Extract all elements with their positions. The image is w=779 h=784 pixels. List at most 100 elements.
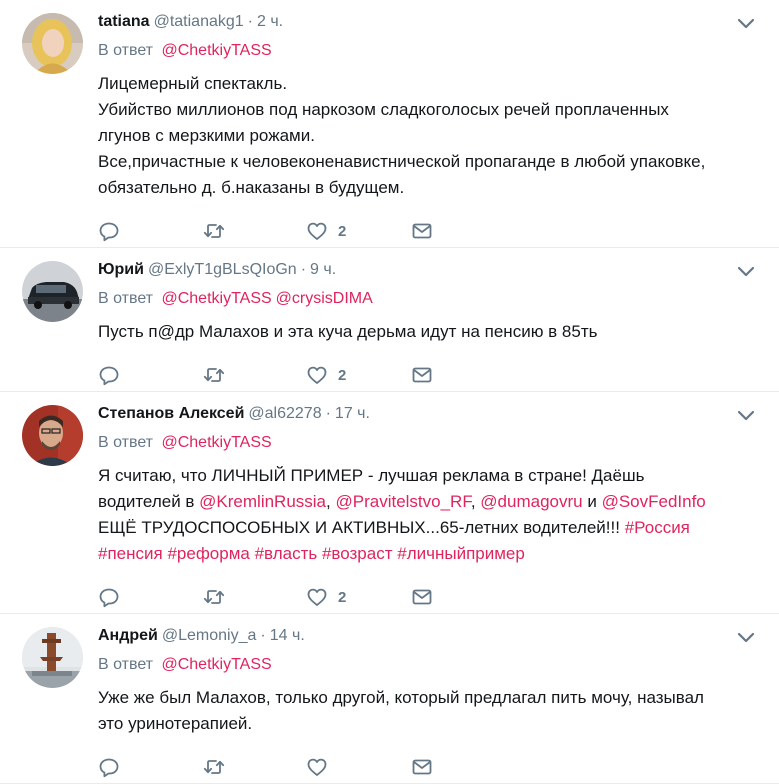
like-button[interactable]: 2	[306, 364, 411, 386]
tweet-actions: 2	[98, 215, 763, 247]
envelope-icon	[412, 367, 432, 383]
tweet-header: Степанов Алексей @al62278 · 17 ч.	[98, 402, 763, 426]
reply-mention-link[interactable]: @ChetkiyTASS	[161, 434, 271, 451]
tweet-header: Юрий @ExlyT1gBLsQIoGn · 9 ч.	[98, 258, 763, 282]
reply-mention-link[interactable]: @crysisDIMA	[276, 290, 373, 307]
tweet: Андрей @Lemoniy_a · 14 ч. В ответ @Chetk…	[0, 614, 779, 784]
hashtag-link[interactable]: #пенсия	[98, 544, 163, 563]
author-handle[interactable]: @ExlyT1gBLsQIoGn	[148, 258, 297, 282]
reply-to-line: В ответ @ChetkiyTASS	[98, 654, 763, 676]
retweet-button[interactable]	[203, 364, 306, 386]
hashtag-link[interactable]: #личныйпример	[397, 544, 525, 563]
mention-link[interactable]: @KremlinRussia	[199, 492, 326, 511]
tweet-text-line: это уринотерапией.	[98, 714, 253, 733]
like-button[interactable]	[306, 756, 411, 778]
reply-icon	[99, 758, 119, 778]
heart-icon	[307, 366, 327, 384]
mention-link[interactable]: @SovFedInfo	[602, 492, 706, 511]
avatar[interactable]	[22, 13, 83, 74]
reply-icon	[99, 366, 119, 386]
reply-mention-link[interactable]: @ChetkiyTASS	[161, 42, 271, 59]
reply-prefix: В ответ	[98, 42, 154, 59]
reply-button[interactable]	[98, 364, 203, 386]
timestamp[interactable]: 14 ч.	[270, 624, 305, 648]
retweet-icon	[203, 368, 225, 382]
tweet-text-fragment: Я считаю, что ЛИЧНЫЙ ПРИМЕР - лучшая рек…	[98, 466, 645, 485]
chevron-down-icon[interactable]	[737, 18, 755, 30]
tweet-text-fragment: ЕЩЁ ТРУДОСПОСОБНЫХ И АКТИВНЫХ...65-летни…	[98, 518, 625, 537]
hashtag-link[interactable]: #возраст	[322, 544, 393, 563]
reply-prefix: В ответ	[98, 656, 154, 673]
tweet-text: Пусть п@др Малахов и эта куча дерьма иду…	[98, 319, 763, 345]
tweet-text-line: обязательно д. б.наказаны в будущем.	[98, 178, 405, 197]
reply-prefix: В ответ	[98, 434, 154, 451]
author-name[interactable]: Андрей	[98, 624, 158, 648]
mention-link[interactable]: @dumagovru	[480, 492, 582, 511]
tweet-actions: 2	[98, 359, 763, 391]
separator-dot: ·	[260, 627, 266, 644]
tweet-text-line: Все,причастные к человеконенавистническо…	[98, 152, 706, 171]
chevron-down-icon[interactable]	[737, 410, 755, 422]
reply-button[interactable]	[98, 756, 203, 778]
tweet-text-line: Лицемерный спектакль.	[98, 74, 288, 93]
avatar[interactable]	[22, 627, 83, 688]
tweet-text: Уже же был Малахов, только другой, котор…	[98, 685, 763, 737]
tweet-header: Андрей @Lemoniy_a · 14 ч.	[98, 624, 763, 648]
heart-icon	[307, 758, 327, 776]
author-name[interactable]: Степанов Алексей	[98, 402, 244, 426]
author-name[interactable]: tatiana	[98, 10, 150, 34]
tweet-text: Лицемерный спектакль. Убийство миллионов …	[98, 71, 763, 201]
reply-icon	[99, 222, 119, 242]
tweet: Юрий @ExlyT1gBLsQIoGn · 9 ч. В ответ @Ch…	[0, 248, 779, 392]
reply-to-line: В ответ @ChetkiyTASS	[98, 40, 763, 62]
like-count: 2	[338, 222, 347, 240]
chevron-down-icon[interactable]	[737, 266, 755, 278]
like-button[interactable]: 2	[306, 586, 411, 608]
direct-message-button[interactable]	[411, 364, 433, 386]
direct-message-button[interactable]	[411, 756, 433, 778]
tweet-text-fragment: водителей в	[98, 492, 200, 511]
reply-mention-link[interactable]: @ChetkiyTASS	[161, 656, 271, 673]
author-name[interactable]: Юрий	[98, 258, 144, 282]
like-count: 2	[338, 588, 347, 606]
hashtag-link[interactable]: #реформа	[167, 544, 249, 563]
reply-timeline: tatiana @tatianakg1 · 2 ч. В ответ @Chet…	[0, 0, 779, 784]
retweet-button[interactable]	[203, 756, 306, 778]
envelope-icon	[412, 759, 432, 775]
direct-message-button[interactable]	[411, 220, 433, 242]
timestamp[interactable]: 2 ч.	[257, 10, 283, 34]
tweet-text-fragment: и	[582, 492, 602, 511]
reply-icon	[99, 588, 119, 608]
tweet: tatiana @tatianakg1 · 2 ч. В ответ @Chet…	[0, 0, 779, 248]
timestamp[interactable]: 17 ч.	[335, 402, 370, 426]
heart-icon	[307, 588, 327, 606]
retweet-button[interactable]	[203, 586, 306, 608]
retweet-button[interactable]	[203, 220, 306, 242]
chevron-down-icon[interactable]	[737, 632, 755, 644]
avatar[interactable]	[22, 405, 83, 466]
author-handle[interactable]: @Lemoniy_a	[162, 624, 257, 648]
retweet-icon	[203, 590, 225, 604]
hashtag-link[interactable]: #Россия	[625, 518, 690, 537]
author-handle[interactable]: @al62278	[248, 402, 321, 426]
reply-button[interactable]	[98, 586, 203, 608]
mention-link[interactable]: @Pravitelstvo_RF	[335, 492, 470, 511]
reply-button[interactable]	[98, 220, 203, 242]
direct-message-button[interactable]	[411, 586, 433, 608]
tweet-text-line: Уже же был Малахов, только другой, котор…	[98, 688, 704, 707]
like-button[interactable]: 2	[306, 220, 411, 242]
retweet-icon	[203, 224, 225, 238]
tweet: Степанов Алексей @al62278 · 17 ч. В отве…	[0, 392, 779, 614]
tweet-text-line: Убийство миллионов под наркозом сладкого…	[98, 100, 669, 119]
author-handle[interactable]: @tatianakg1	[154, 10, 244, 34]
timestamp[interactable]: 9 ч.	[310, 258, 336, 282]
tweet-actions: 2	[98, 581, 763, 613]
reply-mention-link[interactable]: @ChetkiyTASS	[161, 290, 271, 307]
separator-dot: ·	[247, 13, 253, 30]
tweet-text-line: Пусть п@др Малахов и эта куча дерьма иду…	[98, 322, 598, 341]
heart-icon	[307, 222, 327, 240]
envelope-icon	[412, 223, 432, 239]
reply-prefix: В ответ	[98, 290, 154, 307]
avatar[interactable]	[22, 261, 83, 322]
hashtag-link[interactable]: #власть	[255, 544, 318, 563]
